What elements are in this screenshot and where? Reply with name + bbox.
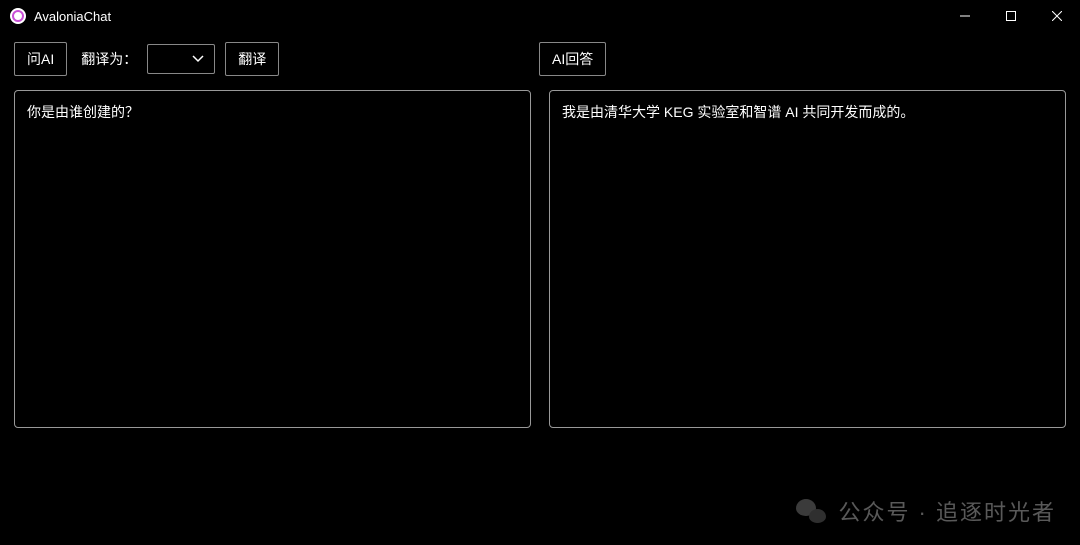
ask-ai-button[interactable]: 问AI: [14, 42, 67, 76]
minimize-button[interactable]: [942, 0, 988, 32]
app-title: AvaloniaChat: [34, 9, 111, 24]
watermark-text: 公众号 · 追逐时光者: [838, 495, 1056, 527]
close-button[interactable]: [1034, 0, 1080, 32]
maximize-button[interactable]: [988, 0, 1034, 32]
app-icon: [10, 8, 26, 24]
content-area: 问AI 翻译为： 翻译 AI回答 你是由谁创建的？ 我是由清华大学 KEG 实验…: [0, 32, 1080, 438]
language-select[interactable]: [147, 44, 215, 74]
minimize-icon: [960, 11, 970, 21]
toolbar: 问AI 翻译为： 翻译 AI回答: [14, 42, 1066, 76]
chevron-down-icon: [192, 55, 204, 63]
watermark: 公众号 · 追逐时光者: [794, 495, 1056, 527]
wechat-icon: [794, 497, 828, 525]
output-panel[interactable]: 我是由清华大学 KEG 实验室和智谱 AI 共同开发而成的。: [549, 90, 1066, 428]
translate-to-label: 翻译为：: [81, 49, 137, 69]
toolbar-left: 问AI 翻译为： 翻译: [14, 42, 529, 76]
input-panel[interactable]: 你是由谁创建的？: [14, 90, 531, 428]
toolbar-right: AI回答: [539, 42, 1066, 76]
window-controls: [942, 0, 1080, 32]
maximize-icon: [1006, 11, 1016, 21]
close-icon: [1052, 11, 1062, 21]
ai-answer-button[interactable]: AI回答: [539, 42, 606, 76]
titlebar-left: AvaloniaChat: [10, 8, 111, 24]
titlebar: AvaloniaChat: [0, 0, 1080, 32]
panels: 你是由谁创建的？ 我是由清华大学 KEG 实验室和智谱 AI 共同开发而成的。: [14, 90, 1066, 428]
translate-button[interactable]: 翻译: [225, 42, 279, 76]
